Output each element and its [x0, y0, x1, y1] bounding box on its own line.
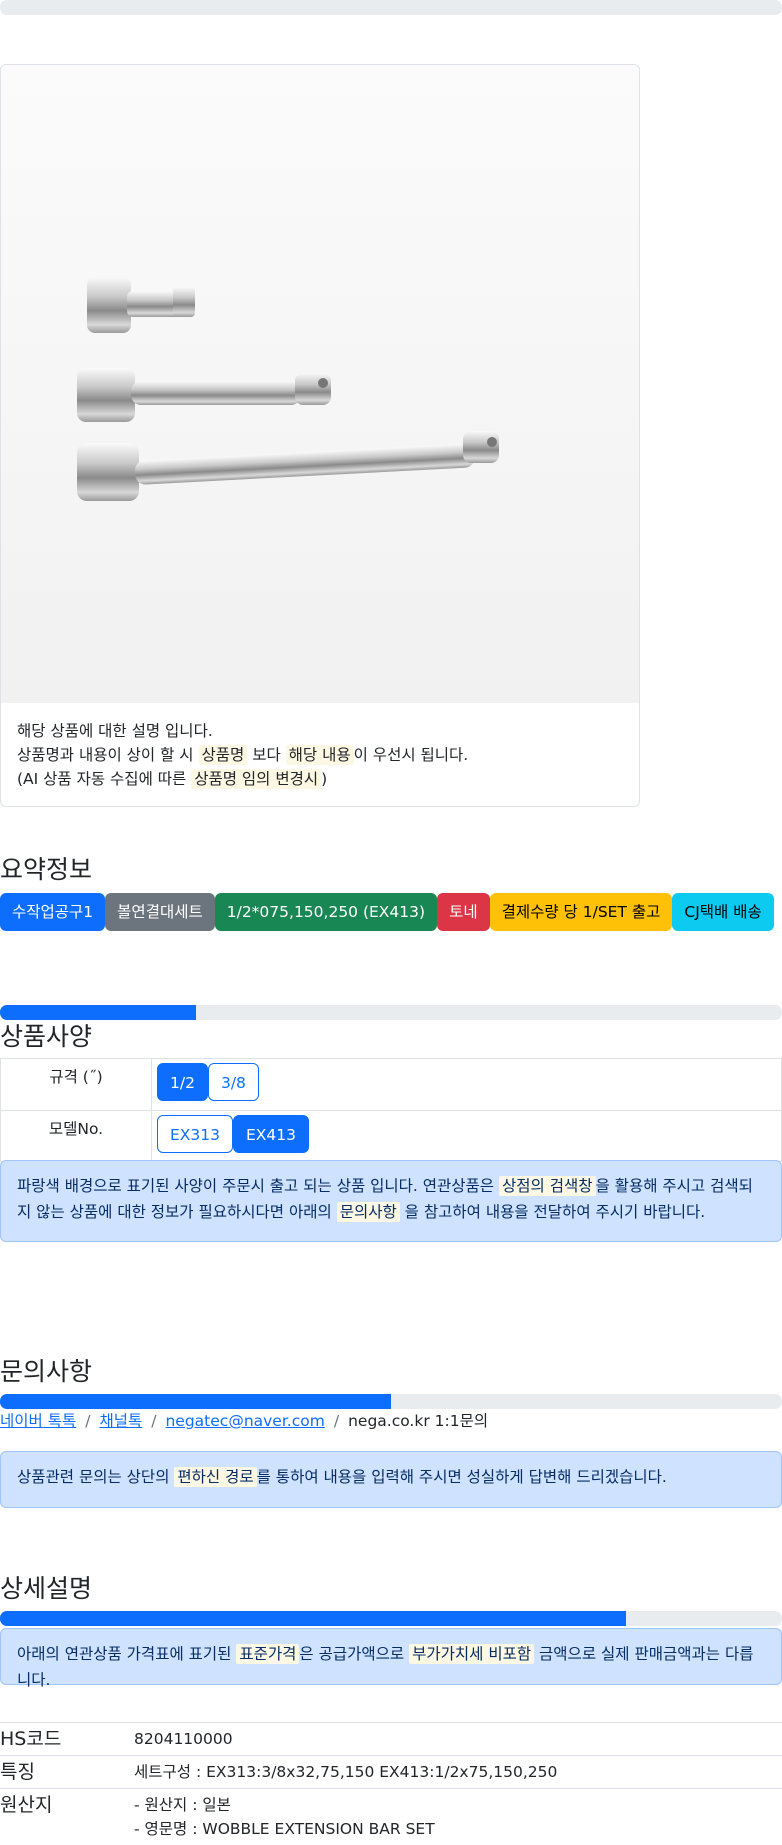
- notice-text: 은 공급가액으로: [299, 1645, 409, 1663]
- summary-title: 요약정보: [0, 850, 92, 886]
- spec-label-model: 모델No.: [1, 1111, 152, 1162]
- separator: /: [76, 1412, 99, 1430]
- inquiry-progress-bar: [0, 1394, 782, 1409]
- product-description: 해당 상품에 대한 설명 입니다. 상품명과 내용이 상이 할 시 상품명 보다…: [1, 703, 639, 807]
- spec-options-size: 1/23/8: [152, 1059, 782, 1111]
- option-size-3-8[interactable]: 3/8: [208, 1063, 259, 1101]
- desc-line-1: 해당 상품에 대한 설명 입니다.: [17, 719, 623, 743]
- separator: /: [142, 1412, 165, 1430]
- info-row-feature: 특징 세트구성 : EX313:3/8x32,75,150 EX413:1/2x…: [0, 1756, 782, 1789]
- spec-notice: 파랑색 배경으로 표기된 사양이 주문시 출고 되는 상품 입니다. 연관상품은…: [0, 1160, 782, 1242]
- link-email[interactable]: negatec@naver.com: [165, 1412, 324, 1430]
- option-model-ex313[interactable]: EX313: [157, 1115, 233, 1153]
- notice-text: 상품관련 문의는 상단의: [17, 1468, 174, 1486]
- notice-text: 을 참고하여 내용을 전달하여 주시기 바랍니다.: [400, 1203, 705, 1221]
- summary-badge: 1/2*075,150,250 (EX413): [215, 893, 437, 931]
- info-row-origin: 원산지 - 원산지 : 일본 - 영문명 : WOBBLE EXTENSION …: [0, 1789, 782, 1845]
- top-progress-bar: [0, 0, 782, 15]
- product-photo: [1, 65, 639, 703]
- link-naver-talktalk[interactable]: 네이버 톡톡: [0, 1412, 76, 1430]
- info-row-hs-code: HS코드 8204110000: [0, 1723, 782, 1756]
- product-card: 해당 상품에 대한 설명 입니다. 상품명과 내용이 상이 할 시 상품명 보다…: [0, 64, 640, 807]
- summary-badge: 결제수량 당 1/SET 출고: [490, 893, 673, 931]
- option-size-1-2[interactable]: 1/2: [157, 1063, 208, 1101]
- site-inquiry-text: nega.co.kr 1:1문의: [348, 1412, 488, 1430]
- summary-badge: 볼연결대세트: [105, 893, 215, 931]
- detail-progress-bar: [0, 1611, 782, 1626]
- english-name-line: - 영문명 : WOBBLE EXTENSION BAR SET: [134, 1817, 782, 1841]
- summary-badge: 토네: [437, 893, 490, 931]
- summary-badge: CJ택배 배송: [672, 893, 773, 931]
- info-value: 8204110000: [134, 1723, 782, 1756]
- desc-text: ): [321, 770, 327, 788]
- inquiry-channels: 네이버 톡톡/채널톡/negatec@naver.com/nega.co.kr …: [0, 1409, 488, 1431]
- highlight-content: 해당 내용: [286, 745, 354, 765]
- spec-row-model: 모델No. EX313EX413: [1, 1111, 782, 1162]
- inquiry-progress-fill: [0, 1394, 391, 1409]
- option-model-ex413[interactable]: EX413: [233, 1115, 309, 1153]
- spec-row-size: 규격 (˝) 1/23/8: [1, 1059, 782, 1111]
- detail-progress-fill: [0, 1611, 626, 1626]
- info-value: 세트구성 : EX313:3/8x32,75,150 EX413:1/2x75,…: [134, 1756, 782, 1789]
- detail-title: 상세설명: [0, 1569, 92, 1605]
- desc-text: 상품명과 내용이 상이 할 시: [17, 746, 199, 764]
- link-channel-talk[interactable]: 채널톡: [99, 1412, 142, 1430]
- separator: /: [325, 1412, 348, 1430]
- info-key: HS코드: [0, 1723, 134, 1756]
- info-value: - 원산지 : 일본 - 영문명 : WOBBLE EXTENSION BAR …: [134, 1789, 782, 1845]
- origin-line: - 원산지 : 일본: [134, 1793, 782, 1817]
- notice-text: 아래의 연관상품 가격표에 표기된: [17, 1645, 236, 1663]
- highlight-product-name: 상품명: [199, 745, 248, 765]
- desc-line-2: 상품명과 내용이 상이 할 시 상품명 보다 해당 내용이 우선시 됩니다.: [17, 743, 623, 767]
- highlight-standard-price: 표준가격: [236, 1644, 299, 1664]
- spec-options-model: EX313EX413: [152, 1111, 782, 1162]
- summary-badges: 수작업공구1볼연결대세트1/2*075,150,250 (EX413)토네결제수…: [0, 893, 774, 931]
- spec-label-size: 규격 (˝): [1, 1059, 152, 1111]
- summary-badge: 수작업공구1: [0, 893, 105, 931]
- inquiry-notice: 상품관련 문의는 상단의 편하신 경로를 통하여 내용을 입력해 주시면 성실하…: [0, 1451, 782, 1508]
- spec-table: 규격 (˝) 1/23/8 모델No. EX313EX413: [0, 1058, 782, 1162]
- desc-text: 보다: [247, 746, 285, 764]
- notice-text: 를 통하여 내용을 입력해 주시면 성실하게 답변해 드리겠습니다.: [257, 1468, 667, 1486]
- highlight-search: 상점의 검색창: [499, 1176, 596, 1196]
- highlight-name-change: 상품명 임의 변경시: [191, 769, 321, 789]
- highlight-vat-excluded: 부가가치세 비포함: [409, 1644, 534, 1664]
- highlight-inquiry: 문의사항: [337, 1202, 400, 1222]
- spec-progress-bar: [0, 1005, 782, 1020]
- detail-notice: 아래의 연관상품 가격표에 표기된 표준가격은 공급가액으로 부가가치세 비포함…: [0, 1628, 782, 1685]
- detail-info-table: HS코드 8204110000 특징 세트구성 : EX313:3/8x32,7…: [0, 1722, 782, 1845]
- info-key: 특징: [0, 1756, 134, 1789]
- info-key: 원산지: [0, 1789, 134, 1845]
- desc-text: (AI 상품 자동 수집에 따른: [17, 770, 191, 788]
- notice-text: 파랑색 배경으로 표기된 사양이 주문시 출고 되는 상품 입니다. 연관상품은: [17, 1177, 499, 1195]
- inquiry-title: 문의사항: [0, 1352, 92, 1388]
- desc-text: 이 우선시 됩니다.: [354, 746, 469, 764]
- desc-line-3: (AI 상품 자동 수집에 따른 상품명 임의 변경시): [17, 767, 623, 791]
- highlight-channel: 편하신 경로: [174, 1467, 256, 1487]
- spec-title: 상품사양: [0, 1017, 92, 1053]
- extension-bars-image: [1, 65, 639, 703]
